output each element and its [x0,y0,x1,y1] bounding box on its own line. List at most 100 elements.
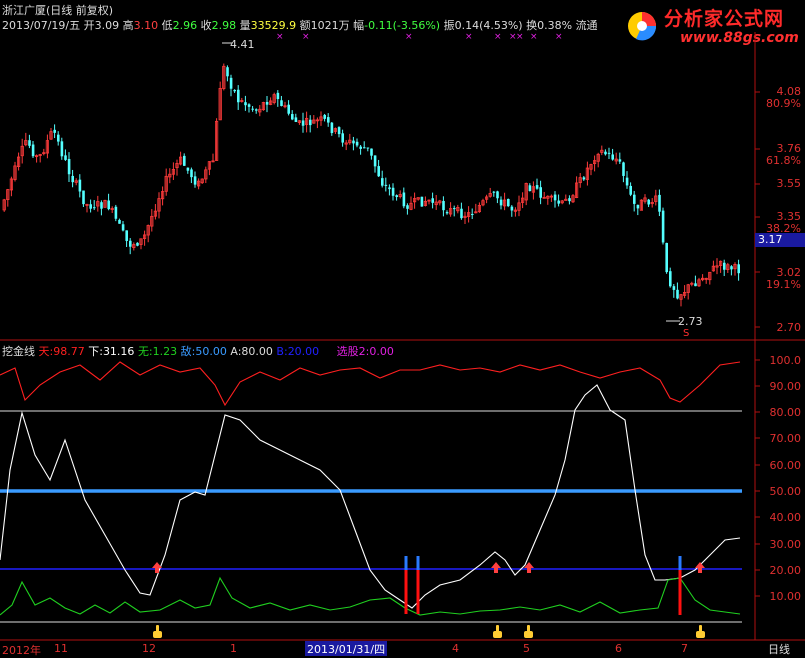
candle [391,183,395,201]
candle [658,189,661,217]
price-label-61.8: 61.8% [766,154,801,167]
candle [6,188,10,207]
candle [676,282,679,300]
candle [524,182,528,206]
candle [448,202,453,217]
candle [110,206,114,213]
candle [53,124,56,139]
candle [510,205,514,217]
candle [730,265,733,276]
candle [196,178,201,190]
candle [129,238,132,255]
date-year: 2012年 [2,644,41,657]
candle [352,136,355,151]
candle [45,134,50,159]
candle [121,221,125,232]
candle [737,259,740,281]
candle [157,192,161,219]
wu-line [0,576,741,616]
candle [431,192,434,209]
di-value: 50.00 [195,345,227,358]
candle [589,163,593,176]
ind-label-30: 30.00 [769,538,802,551]
candle [233,89,236,93]
candle [204,166,208,184]
candle [618,152,622,164]
candle [535,178,539,190]
candle [633,190,636,212]
period-button[interactable]: 日线 [768,641,790,657]
candle [726,262,730,273]
price-label-19.1: 19.1% [766,278,801,291]
candle [416,197,420,201]
ind-label-40: 40.00 [769,511,802,524]
candle [341,129,344,147]
y-axis-ticks [755,91,760,597]
candle [31,140,35,159]
a-value: 80.00 [241,345,273,358]
low-price-marker: 2.73 [678,315,703,328]
signal-x-mark: × [494,32,502,42]
candle [531,181,536,200]
candle [513,207,518,217]
candle [564,194,568,201]
candle [28,134,31,149]
candle [593,155,597,172]
candle [661,207,665,245]
date-m6: 6 [615,642,622,655]
candle [575,176,579,199]
candle [492,190,496,197]
date-m1: 1 [230,642,237,655]
b-label: B: [276,345,288,358]
candle [319,111,323,126]
candle [701,274,705,282]
signal-bar [416,556,420,614]
candle [560,199,564,205]
candle [733,262,737,276]
candle [323,113,326,122]
candle [355,138,359,148]
signal-x-mark: × [405,32,413,42]
candle [636,204,640,216]
candle [672,283,676,298]
candle [502,192,507,211]
candle [381,170,384,188]
candle [96,195,100,212]
buy-arrow-icon [152,562,162,573]
signal-x-mark: × [276,32,284,42]
candle [255,108,258,114]
candle [150,209,154,232]
candle [484,194,489,204]
candle [434,194,438,210]
candle [71,169,74,188]
candle [78,174,82,198]
candle [650,198,654,208]
candle [507,198,510,208]
wu-label: 无: [137,345,153,358]
candle [114,204,118,222]
signal-x-mark: × [530,32,538,42]
candle [222,63,226,91]
candle [643,194,647,204]
candle [190,167,193,184]
candle [427,199,431,205]
b-value: 20.00 [287,345,320,358]
candle [614,152,618,165]
candle [622,161,625,183]
candle [442,196,445,217]
signal-x-mark: × [516,32,524,42]
candle [139,238,143,250]
candle [93,200,96,211]
candle [481,198,485,207]
candle [370,148,373,160]
candle [546,195,550,205]
current-price-tag: 3.17 [755,233,805,247]
candle [463,211,467,225]
candle [395,194,398,201]
buy-arrow-icon [491,562,501,573]
candle [107,193,110,211]
candlestick-series: × × × × × × × × × [2,32,740,322]
xia-label: 下: [88,345,103,358]
candle [294,113,298,123]
candle [60,137,64,160]
